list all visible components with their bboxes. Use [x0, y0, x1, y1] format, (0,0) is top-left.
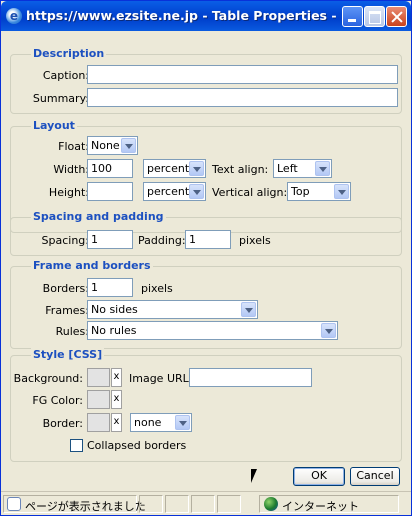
background-color-swatch[interactable] [87, 368, 110, 387]
status-empty-pane-1 [139, 495, 163, 513]
vertical-align-select[interactable]: Top [287, 182, 351, 201]
dialog-content: Description Caption: Summary: Layout Flo… [4, 31, 408, 489]
window-title: https://www.ezsite.ne.jp - Table Propert… [26, 8, 336, 23]
page-loaded-icon [7, 497, 21, 511]
height-unit-value: percent [147, 185, 190, 198]
borders-input[interactable]: 1 [87, 278, 133, 297]
padding-label: Padding: [138, 234, 186, 247]
width-input[interactable]: 100 [87, 159, 133, 178]
status-message-pane: ページが表示されました [3, 495, 146, 513]
description-legend: Description [31, 47, 107, 60]
rules-select[interactable]: No rules [87, 321, 338, 340]
frames-label: Frames: [45, 304, 89, 317]
chevron-down-icon [189, 184, 204, 199]
text-align-label: Text align: [212, 163, 269, 176]
chevron-down-icon [175, 415, 190, 430]
border-color-clear-button[interactable]: x [111, 413, 122, 432]
borders-label: Borders: [42, 282, 89, 295]
minimize-button[interactable] [342, 6, 363, 27]
frame-group: Frame and borders Borders: 1 pixels Fram… [10, 259, 402, 349]
chevron-down-icon [241, 302, 256, 317]
summary-input[interactable] [87, 88, 398, 107]
height-label: Height: [48, 186, 89, 199]
float-label: Float: [58, 140, 89, 153]
rules-label: Rules: [55, 325, 89, 338]
fg-color-swatch[interactable] [87, 390, 110, 409]
status-message: ページが表示されました [25, 500, 146, 513]
caption-input[interactable] [87, 65, 398, 84]
internet-globe-icon [264, 497, 278, 511]
caption-label: Caption: [42, 69, 89, 82]
height-unit-select[interactable]: percent [143, 182, 206, 201]
status-zone-pane: インターネット [259, 495, 399, 513]
mouse-cursor-icon [251, 469, 257, 483]
frames-select[interactable]: No sides [87, 300, 258, 319]
dialog-window: e https://www.ezsite.ne.jp - Table Prope… [0, 0, 412, 516]
height-input[interactable] [87, 182, 133, 201]
status-empty-pane-4 [217, 495, 241, 513]
border-label: Border: [42, 417, 83, 430]
chevron-down-icon [321, 323, 336, 338]
frame-legend: Frame and borders [31, 259, 153, 272]
border-style-select[interactable]: none [130, 413, 192, 432]
layout-legend: Layout [31, 119, 77, 132]
style-group: Style [CSS] Background: x Image URL: FG … [10, 348, 402, 462]
style-legend: Style [CSS] [31, 348, 105, 361]
frames-value: No sides [91, 303, 138, 316]
border-style-value: none [134, 416, 162, 429]
vertical-align-label: Vertical align: [212, 186, 288, 199]
ok-button[interactable]: OK [293, 467, 345, 486]
cancel-button[interactable]: Cancel [350, 467, 400, 486]
float-select-value: None [91, 139, 120, 152]
background-clear-button[interactable]: x [111, 368, 122, 387]
status-empty-pane-2 [165, 495, 189, 513]
chevron-down-icon [315, 161, 330, 176]
zone-text: インターネット [282, 500, 359, 513]
border-color-swatch[interactable] [87, 413, 110, 432]
spacing-legend: Spacing and padding [31, 210, 166, 223]
collapsed-borders-checkbox[interactable] [70, 439, 83, 452]
width-label: Width: [53, 163, 89, 176]
borders-unit-label: pixels [141, 282, 173, 295]
status-empty-pane-3 [191, 495, 215, 513]
close-button[interactable] [386, 6, 407, 27]
description-group: Description Caption: Summary: [10, 47, 402, 114]
image-url-input[interactable] [189, 368, 312, 387]
padding-input[interactable]: 1 [185, 230, 231, 249]
image-url-label: Image URL: [129, 372, 193, 385]
width-unit-value: percent [147, 162, 190, 175]
width-unit-select[interactable]: percent [143, 159, 206, 178]
chevron-down-icon [189, 161, 204, 176]
summary-label: Summary: [32, 92, 89, 105]
rules-value: No rules [91, 324, 137, 337]
text-align-select[interactable]: Left [273, 159, 332, 178]
title-bar[interactable]: e https://www.ezsite.ne.jp - Table Prope… [1, 1, 411, 31]
spacing-input[interactable]: 1 [87, 230, 133, 249]
background-label: Background: [13, 372, 83, 385]
fg-color-label: FG Color: [32, 394, 83, 407]
chevron-down-icon [334, 184, 349, 199]
collapsed-borders-label: Collapsed borders [87, 439, 187, 452]
text-align-value: Left [277, 162, 298, 175]
vertical-align-value: Top [291, 185, 310, 198]
spacing-unit-label: pixels [239, 234, 271, 247]
fg-color-clear-button[interactable]: x [111, 390, 122, 409]
maximize-button[interactable] [364, 6, 385, 27]
ie-page-icon: e [6, 8, 22, 24]
float-select[interactable]: None [87, 136, 138, 155]
spacing-label: Spacing: [41, 234, 89, 247]
status-bar: ページが表示されました インターネット [1, 491, 411, 515]
spacing-group: Spacing and padding Spacing: 1 Padding: … [10, 210, 402, 256]
chevron-down-icon [121, 138, 136, 153]
